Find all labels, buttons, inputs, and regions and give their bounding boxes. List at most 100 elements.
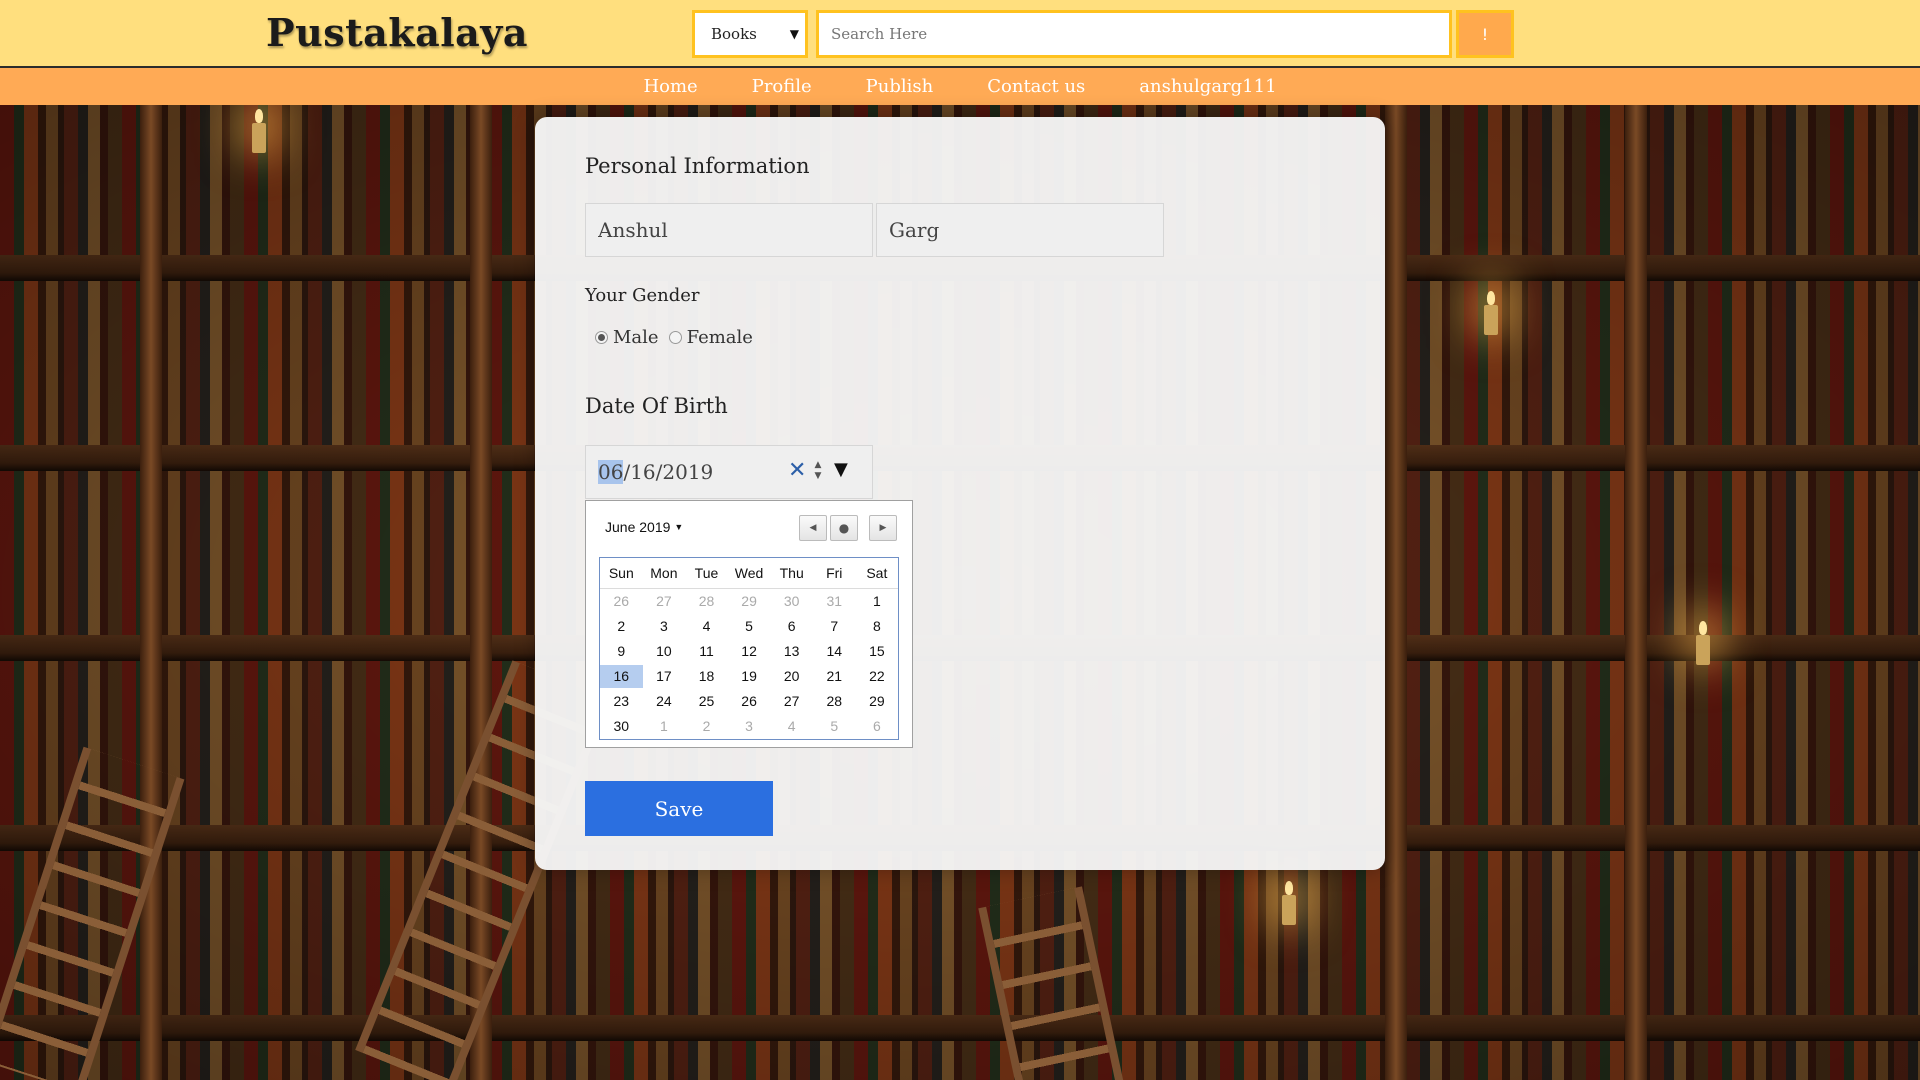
gender-male-label[interactable]: Male bbox=[613, 327, 659, 348]
first-name-field[interactable] bbox=[585, 203, 873, 257]
calendar-day[interactable]: 21 bbox=[813, 665, 856, 688]
calendar-prev-button[interactable]: ◀ bbox=[799, 515, 827, 541]
calendar-day[interactable]: 2 bbox=[685, 715, 728, 738]
calendar-day[interactable]: 20 bbox=[770, 665, 813, 688]
today-dot-icon: ● bbox=[838, 521, 850, 535]
calendar-day[interactable]: 18 bbox=[685, 665, 728, 688]
calendar-day[interactable]: 2 bbox=[600, 615, 643, 638]
shelf-post bbox=[1385, 105, 1407, 1080]
nav-profile[interactable]: Profile bbox=[725, 76, 839, 97]
main-nav: Home Profile Publish Contact us anshulga… bbox=[0, 68, 1920, 105]
calendar-day[interactable]: 22 bbox=[856, 665, 899, 688]
calendar-day[interactable]: 17 bbox=[643, 665, 686, 688]
calendar-day[interactable]: 24 bbox=[643, 690, 686, 713]
date-spinner-icon[interactable]: ▲ ▼ bbox=[812, 460, 824, 484]
dob-day-year-segment[interactable]: /16/2019 bbox=[623, 460, 713, 484]
calendar-day[interactable]: 7 bbox=[813, 615, 856, 638]
clear-date-icon[interactable]: ✕ bbox=[788, 460, 806, 482]
calendar-day[interactable]: 25 bbox=[685, 690, 728, 713]
save-button[interactable]: Save bbox=[585, 781, 773, 836]
date-picker-popup: June 2019 ▼ ◀ ● ▶ Sun Mon Tue Wed Thu Fri… bbox=[585, 500, 913, 748]
calendar-day[interactable]: 8 bbox=[856, 615, 899, 638]
dob-title: Date Of Birth bbox=[585, 394, 728, 418]
candle-icon bbox=[252, 109, 266, 153]
calendar-day[interactable]: 30 bbox=[770, 590, 813, 613]
calendar-week-row: 30 1 2 3 4 5 6 bbox=[600, 714, 898, 739]
calendar-day[interactable]: 28 bbox=[813, 690, 856, 713]
calendar-day[interactable]: 14 bbox=[813, 640, 856, 663]
calendar-day-selected[interactable]: 16 bbox=[600, 665, 643, 688]
weekday-label: Thu bbox=[779, 565, 804, 581]
weekday-label: Tue bbox=[694, 565, 719, 581]
calendar-day[interactable]: 27 bbox=[770, 690, 813, 713]
gender-radio-group: Male Female bbox=[589, 327, 753, 348]
calendar-day[interactable]: 4 bbox=[770, 715, 813, 738]
nav-contact-us[interactable]: Contact us bbox=[960, 76, 1112, 97]
calendar-day[interactable]: 1 bbox=[643, 715, 686, 738]
shelf-post bbox=[140, 105, 162, 1080]
calendar-day[interactable]: 5 bbox=[813, 715, 856, 738]
calendar-weekday-header: Sun Mon Tue Wed Thu Fri Sat bbox=[600, 558, 898, 589]
weekday-label: Mon bbox=[650, 565, 678, 581]
calendar-month-selector[interactable]: June 2019 ▼ bbox=[605, 519, 683, 535]
nav-user-account[interactable]: anshulgarg111 bbox=[1112, 76, 1303, 97]
candle-icon bbox=[1484, 291, 1498, 335]
calendar-dropdown-icon[interactable]: ▼ bbox=[834, 459, 848, 480]
nav-home[interactable]: Home bbox=[616, 76, 724, 97]
calendar-day[interactable]: 9 bbox=[600, 640, 643, 663]
calendar-day[interactable]: 11 bbox=[685, 640, 728, 663]
calendar-day[interactable]: 4 bbox=[685, 615, 728, 638]
gender-male-radio[interactable] bbox=[595, 331, 608, 344]
calendar-day[interactable]: 26 bbox=[600, 590, 643, 613]
search-button[interactable]: ! bbox=[1456, 10, 1514, 58]
gender-female-radio[interactable] bbox=[668, 331, 682, 344]
chevron-left-icon: ◀ bbox=[809, 523, 817, 533]
calendar-day[interactable]: 19 bbox=[728, 665, 771, 688]
dropdown-caret-icon: ▼ bbox=[789, 27, 799, 41]
calendar-day[interactable]: 30 bbox=[600, 715, 643, 738]
gender-title: Your Gender bbox=[585, 285, 700, 306]
calendar-day[interactable]: 27 bbox=[643, 590, 686, 613]
profile-form-card: Personal Information Your Gender Male Fe… bbox=[535, 117, 1385, 870]
calendar-month-label: June 2019 bbox=[605, 519, 671, 535]
calendar-day[interactable]: 3 bbox=[728, 715, 771, 738]
chevron-right-icon: ▶ bbox=[879, 523, 887, 533]
calendar-day[interactable]: 13 bbox=[770, 640, 813, 663]
category-select[interactable]: Books ▼ bbox=[692, 10, 808, 58]
calendar-week-row: 2 3 4 5 6 7 8 bbox=[600, 614, 898, 639]
calendar-day[interactable]: 26 bbox=[728, 690, 771, 713]
calendar-day[interactable]: 15 bbox=[856, 640, 899, 663]
calendar-day[interactable]: 23 bbox=[600, 690, 643, 713]
dob-month-segment[interactable]: 06 bbox=[598, 460, 624, 484]
calendar-day[interactable]: 31 bbox=[813, 590, 856, 613]
calendar-day[interactable]: 6 bbox=[856, 715, 899, 738]
calendar-day[interactable]: 5 bbox=[728, 615, 771, 638]
nav-publish[interactable]: Publish bbox=[839, 76, 961, 97]
gender-female-label[interactable]: Female bbox=[687, 327, 753, 348]
site-logo[interactable]: Pustakalaya bbox=[266, 10, 528, 55]
candle-icon bbox=[1696, 621, 1710, 665]
calendar-today-button[interactable]: ● bbox=[830, 515, 858, 541]
header-bar: Pustakalaya Books ▼ ! bbox=[0, 0, 1920, 68]
weekday-label: Sat bbox=[866, 565, 888, 581]
calendar-day[interactable]: 3 bbox=[643, 615, 686, 638]
calendar-day[interactable]: 1 bbox=[856, 590, 899, 613]
personal-info-title: Personal Information bbox=[585, 154, 810, 178]
last-name-field[interactable] bbox=[876, 203, 1164, 257]
calendar-day[interactable]: 29 bbox=[856, 690, 899, 713]
candle-icon bbox=[1282, 881, 1296, 925]
search-input[interactable] bbox=[816, 10, 1452, 58]
calendar-day[interactable]: 12 bbox=[728, 640, 771, 663]
shelf-post bbox=[1625, 105, 1647, 1080]
calendar-day[interactable]: 10 bbox=[643, 640, 686, 663]
calendar-day[interactable]: 28 bbox=[685, 590, 728, 613]
weekday-label: Sun bbox=[608, 565, 634, 581]
calendar-grid: Sun Mon Tue Wed Thu Fri Sat 26 27 28 29 … bbox=[599, 557, 899, 740]
calendar-next-button[interactable]: ▶ bbox=[869, 515, 897, 541]
calendar-day[interactable]: 6 bbox=[770, 615, 813, 638]
dob-date-field[interactable]: 06/16/2019 ✕ ▲ ▼ ▼ bbox=[585, 445, 873, 499]
calendar-week-row: 16 17 18 19 20 21 22 bbox=[600, 664, 898, 689]
month-dropdown-icon: ▼ bbox=[674, 522, 684, 532]
weekday-label: Fri bbox=[826, 565, 843, 581]
calendar-day[interactable]: 29 bbox=[728, 590, 771, 613]
